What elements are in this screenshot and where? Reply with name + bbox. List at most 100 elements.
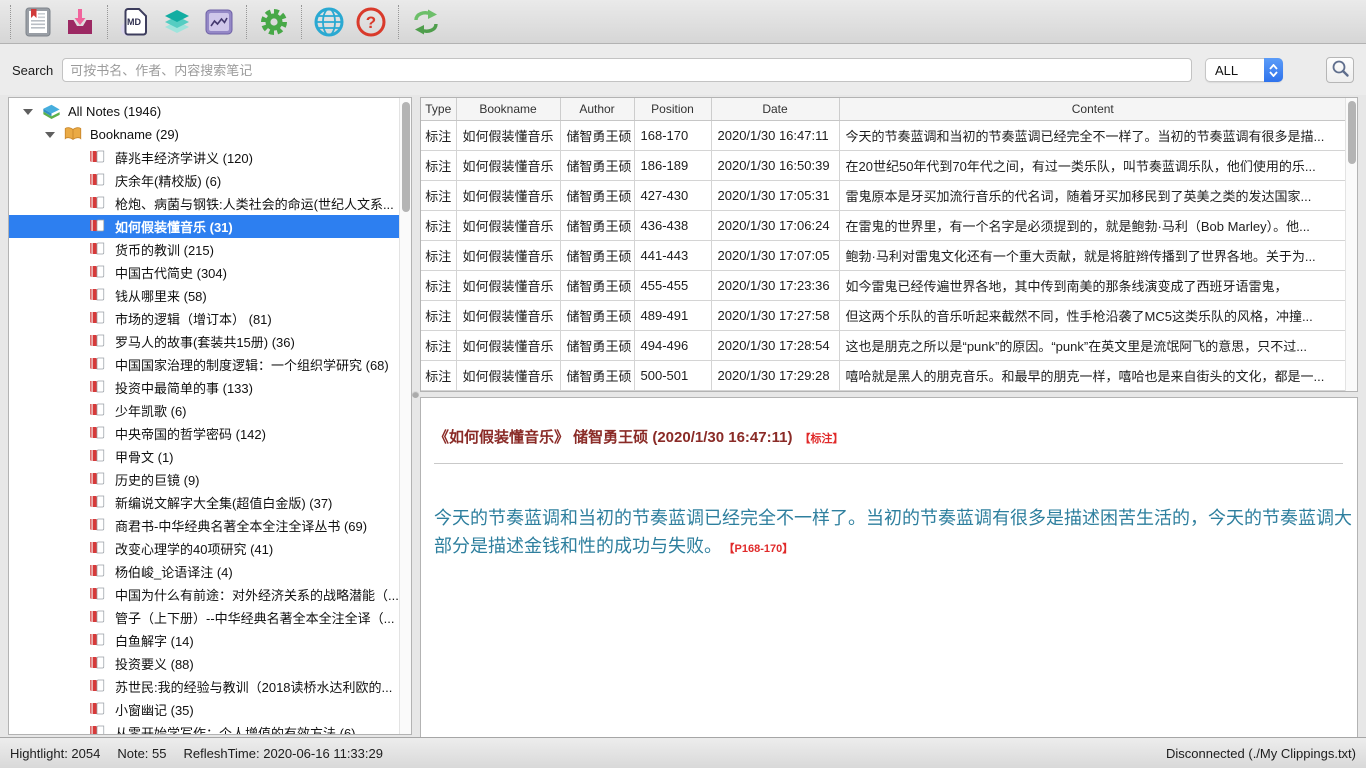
search-input[interactable] xyxy=(62,58,1192,82)
tree-item-label: 钱从哪里来 (58) xyxy=(115,286,207,305)
cell-author: 储智勇王硕 xyxy=(560,210,634,240)
tree-item-book[interactable]: 中央帝国的哲学密码 (142) xyxy=(9,422,411,445)
tree-item-all-notes[interactable]: All Notes (1946) xyxy=(9,100,411,123)
tree-item-book[interactable]: 中国为什么有前途：对外经济关系的战略潜能（... xyxy=(9,583,411,606)
book-icon xyxy=(89,241,108,258)
cell-type: 标注 xyxy=(421,150,456,180)
cell-type: 标注 xyxy=(421,180,456,210)
table-row[interactable]: 标注 如何假装懂音乐 储智勇王硕 500-501 2020/1/30 17:29… xyxy=(421,360,1346,390)
tree-item-book[interactable]: 投资要义 (88) xyxy=(9,652,411,675)
cell-position: 436-438 xyxy=(634,210,711,240)
sidebar-scrollbar[interactable] xyxy=(399,98,411,734)
tree-item-book[interactable]: 少年凯歌 (6) xyxy=(9,399,411,422)
tree-item-book[interactable]: 钱从哪里来 (58) xyxy=(9,284,411,307)
tree-item-book[interactable]: 小窗幽记 (35) xyxy=(9,698,411,721)
cell-bookname: 如何假装懂音乐 xyxy=(456,210,560,240)
table-row[interactable]: 标注 如何假装懂音乐 储智勇王硕 489-491 2020/1/30 17:27… xyxy=(421,300,1346,330)
table-scrollbar[interactable] xyxy=(1345,98,1357,391)
refresh-button[interactable] xyxy=(405,3,447,41)
column-header-position[interactable]: Position xyxy=(634,98,711,120)
cell-bookname: 如何假装懂音乐 xyxy=(456,330,560,360)
tree-item-book[interactable]: 庆余年(精校版) (6) xyxy=(9,169,411,192)
tree-item-book[interactable]: 管子（上下册）--中华经典名著全本全注全译（... xyxy=(9,606,411,629)
tree-item-book[interactable]: 中国国家治理的制度逻辑：一个组织学研究 (68) xyxy=(9,353,411,376)
search-button[interactable] xyxy=(1326,57,1354,83)
book-icon xyxy=(89,379,108,396)
book-icon xyxy=(89,586,108,603)
table-row[interactable]: 标注 如何假装懂音乐 储智勇王硕 186-189 2020/1/30 16:50… xyxy=(421,150,1346,180)
tree-item-book[interactable]: 枪炮、病菌与钢铁:人类社会的命运(世纪人文系... xyxy=(9,192,411,215)
tree-item-book[interactable]: 市场的逻辑（增订本） (81) xyxy=(9,307,411,330)
tree-item-book[interactable]: 新编说文解字大全集(超值白金版) (37) xyxy=(9,491,411,514)
cell-date: 2020/1/30 16:50:39 xyxy=(711,150,839,180)
cell-content: 鲍勃·马利对雷鬼文化还有一个重大贡献，就是将脏辫传播到了世界各地。关于为... xyxy=(839,240,1346,270)
tree-item-book[interactable]: 历史的巨镜 (9) xyxy=(9,468,411,491)
tree-item-bookname[interactable]: Bookname (29) xyxy=(9,123,411,146)
settings-button[interactable] xyxy=(253,3,295,41)
website-button[interactable] xyxy=(308,3,350,41)
table-scrollbar-thumb[interactable] xyxy=(1348,101,1356,164)
main-area: All Notes (1946) Bookname (29) 薛兆丰经济学讲义 … xyxy=(0,95,1366,737)
tree-item-book[interactable]: 商君书-中华经典名著全本全注全译丛书 (69) xyxy=(9,514,411,537)
disclosure-triangle-icon[interactable] xyxy=(45,132,55,138)
chart-button[interactable] xyxy=(198,3,240,41)
connection-status: Disconnected (./My Clippings.txt) xyxy=(1166,746,1356,761)
cell-content: 今天的节奏蓝调和当初的节奏蓝调已经完全不一样了。当初的节奏蓝调有很多是描... xyxy=(839,120,1346,150)
import-clippings-icon xyxy=(65,7,95,37)
notes-document-icon xyxy=(23,7,53,37)
tree-item-book[interactable]: 改变心理学的40项研究 (41) xyxy=(9,537,411,560)
column-header-bookname[interactable]: Bookname xyxy=(456,98,560,120)
tree-item-label: 中国国家治理的制度逻辑：一个组织学研究 (68) xyxy=(115,355,389,374)
tree-item-book[interactable]: 杨伯峻_论语译注 (4) xyxy=(9,560,411,583)
book-icon xyxy=(89,287,108,304)
tree-item-label: 小窗幽记 (35) xyxy=(115,700,194,719)
tree-item-book[interactable]: 甲骨文 (1) xyxy=(9,445,411,468)
column-header-author[interactable]: Author xyxy=(560,98,634,120)
tree-item-book[interactable]: 苏世民:我的经验与教训（2018读桥水达利欧的... xyxy=(9,675,411,698)
table-row[interactable]: 标注 如何假装懂音乐 储智勇王硕 441-443 2020/1/30 17:07… xyxy=(421,240,1346,270)
tree-item-book[interactable]: 薛兆丰经济学讲义 (120) xyxy=(9,146,411,169)
book-icon xyxy=(89,632,108,649)
toolbar-separator xyxy=(107,5,108,39)
book-icon xyxy=(89,448,108,465)
cell-bookname: 如何假装懂音乐 xyxy=(456,270,560,300)
table-row[interactable]: 标注 如何假装懂音乐 储智勇王硕 494-496 2020/1/30 17:28… xyxy=(421,330,1346,360)
sidebar-scrollbar-thumb[interactable] xyxy=(402,102,410,212)
table-row[interactable]: 标注 如何假装懂音乐 储智勇王硕 436-438 2020/1/30 17:06… xyxy=(421,210,1346,240)
tree-item-book[interactable]: 罗马人的故事(套装共15册) (36) xyxy=(9,330,411,353)
table-row[interactable]: 标注 如何假装懂音乐 储智勇王硕 168-170 2020/1/30 16:47… xyxy=(421,120,1346,150)
cell-position: 455-455 xyxy=(634,270,711,300)
table-row[interactable]: 标注 如何假装懂音乐 储智勇王硕 455-455 2020/1/30 17:23… xyxy=(421,270,1346,300)
column-header-date[interactable]: Date xyxy=(711,98,839,120)
splitter-grip[interactable] xyxy=(412,391,419,398)
table-header-row: Type Bookname Author Position Date Conte… xyxy=(421,98,1346,120)
column-header-type[interactable]: Type xyxy=(421,98,456,120)
tree-item-label: 新编说文解字大全集(超值白金版) (37) xyxy=(115,493,332,512)
all-notes-icon xyxy=(42,103,61,120)
book-icon xyxy=(89,264,108,281)
detail-title: 《如何假装懂音乐》 储智勇王硕 (2020/1/30 16:47:11) xyxy=(434,429,792,446)
import-clippings-button[interactable] xyxy=(59,3,101,41)
cell-author: 储智勇王硕 xyxy=(560,360,634,390)
tree-item-book[interactable]: 白鱼解字 (14) xyxy=(9,629,411,652)
tree-item-book[interactable]: 中国古代简史 (304) xyxy=(9,261,411,284)
tree-item-book[interactable]: 从零开始学写作：个人增值的有效方法 (6) xyxy=(9,721,411,735)
book-icon xyxy=(89,333,108,350)
notes-document-button[interactable] xyxy=(17,3,59,41)
table-row[interactable]: 标注 如何假装懂音乐 储智勇王硕 427-430 2020/1/30 17:05… xyxy=(421,180,1346,210)
cell-author: 储智勇王硕 xyxy=(560,300,634,330)
help-button[interactable]: ? xyxy=(350,3,392,41)
tree-item-book[interactable]: 投资中最简单的事 (133) xyxy=(9,376,411,399)
markdown-export-button[interactable]: MD xyxy=(114,3,156,41)
tree-item-label: 苏世民:我的经验与教训（2018读桥水达利欧的... xyxy=(115,677,392,696)
column-header-content[interactable]: Content xyxy=(839,98,1346,120)
filter-dropdown[interactable]: ALL xyxy=(1205,58,1283,82)
layers-button[interactable] xyxy=(156,3,198,41)
tree-item-book[interactable]: 货币的教训 (215) xyxy=(9,238,411,261)
svg-text:MD: MD xyxy=(127,17,141,27)
book-icon xyxy=(89,678,108,695)
filter-dropdown-value: ALL xyxy=(1206,63,1264,78)
book-icon xyxy=(89,517,108,534)
tree-item-book[interactable]: 如何假装懂音乐 (31) xyxy=(9,215,411,238)
disclosure-triangle-icon[interactable] xyxy=(23,109,33,115)
